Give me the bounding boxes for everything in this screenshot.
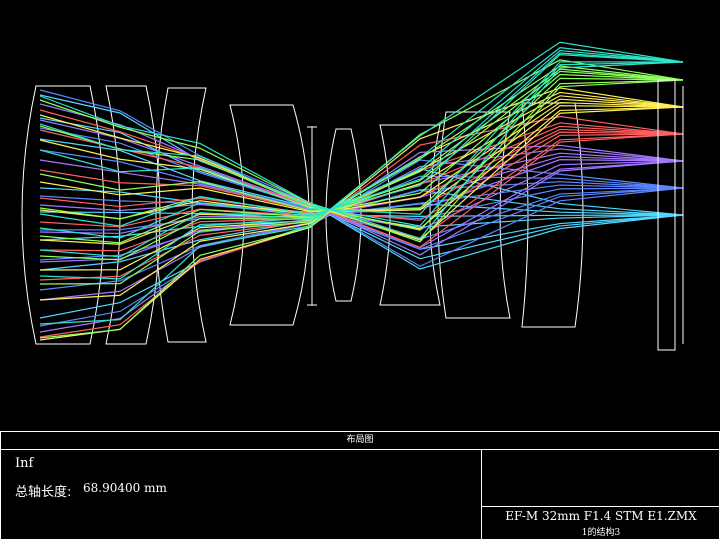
lens-filename: EF-M 32mm F1.4 STM E1.ZMX xyxy=(505,509,697,523)
field-label: Inf xyxy=(15,456,34,471)
ray-2-1 xyxy=(39,89,684,267)
info-left-cell: Inf 总轴长度: 68.90400 mm xyxy=(1,450,481,539)
total-length-value: 68.90400 mm xyxy=(83,481,167,495)
panel-title: 布局图 xyxy=(1,432,719,450)
info-right-cell: EF-M 32mm F1.4 STM E1.ZMX 1的结构3 xyxy=(481,450,720,539)
lens-layout-diagram xyxy=(21,41,684,351)
total-length-label: 总轴长度: xyxy=(15,485,72,500)
info-panel: 布局图 Inf 总轴长度: 68.90400 mm EF-M 32mm F1.4… xyxy=(0,431,720,540)
ray-2-8 xyxy=(39,159,684,327)
ray-fans xyxy=(39,41,684,341)
ray-1-1 xyxy=(39,94,684,270)
configuration-label: 1的结构3 xyxy=(581,528,621,538)
right-cell-divider xyxy=(482,506,720,507)
